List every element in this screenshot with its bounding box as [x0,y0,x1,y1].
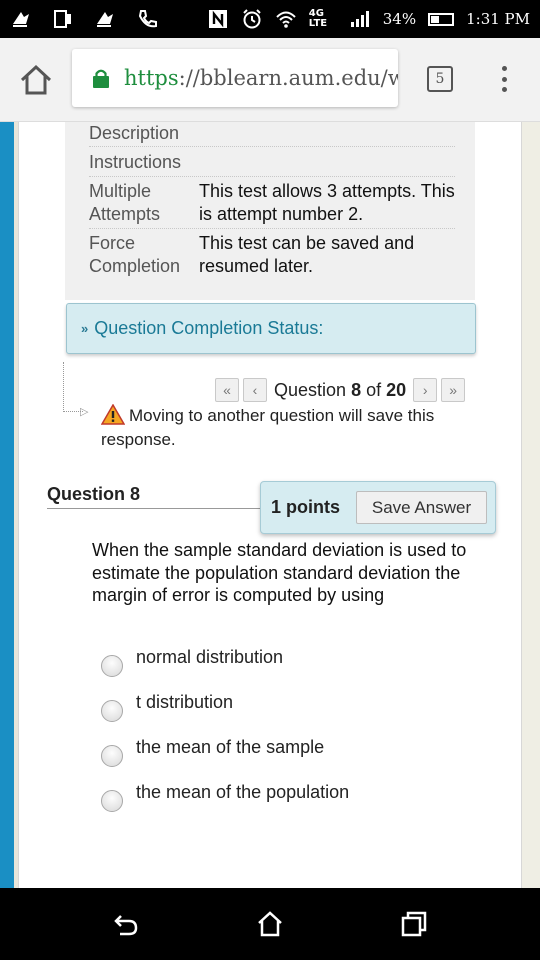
browser-toolbar: https://bblearn.aum.edu/webap 5 [0,38,540,122]
answer-option[interactable]: t distribution [101,691,233,722]
tab-switcher-button[interactable]: 5 [427,66,453,92]
menu-dot [501,87,507,92]
battery-icon [428,12,455,26]
points-value: 1 points [271,497,341,517]
menu-dot [501,76,507,82]
last-question-button[interactable]: » [441,378,466,402]
info-label: Multiple Attempts [89,181,161,224]
option-label[interactable]: t distribution [136,691,233,713]
system-navigation-bar [0,888,540,960]
info-value [199,122,455,146]
points-panel: 1 points Save Answer [260,481,496,534]
notification-icon [10,8,32,30]
completion-status-label: Question Completion Status: [94,318,324,338]
tab-count: 5 [435,71,445,87]
status-bar: 4G LTE 34% 1:31 PM [0,0,540,38]
back-icon[interactable] [112,910,140,938]
question-position: Question 8 of 20 [274,380,406,401]
radio-button[interactable] [101,655,123,677]
clock: 1:31 PM [466,10,530,28]
menu-dot [501,66,507,71]
question-navigation: « ‹ Question 8 of 20 › » [215,378,466,402]
info-value: This test can be saved and resumed later… [199,233,415,276]
status-system: 4G LTE 34% 1:31 PM [207,8,530,30]
answer-option[interactable]: the mean of the sample [101,736,324,767]
right-frame-pattern [522,122,540,888]
home-icon[interactable] [256,910,284,938]
info-row-description: Description [89,122,455,147]
nfc-icon [207,8,229,30]
save-warning: Moving to another question will save thi… [101,404,501,452]
chevron-down-icon: » [81,321,89,336]
info-value [199,151,455,176]
save-answer-button[interactable]: Save Answer [356,491,488,524]
warning-text: Moving to another question will save thi… [101,406,435,449]
radio-button[interactable] [101,745,123,767]
web-page: Description Instructions Multiple Attemp… [0,122,540,888]
home-button[interactable] [18,62,54,98]
info-row-instructions: Instructions [89,149,455,177]
network-type: 4G LTE [308,8,328,29]
home-icon [20,64,52,95]
info-value: This test allows 3 attempts. This is att… [199,181,455,224]
test-content: Description Instructions Multiple Attemp… [18,122,522,888]
total-questions: 20 [386,379,407,400]
warning-icon [101,404,125,425]
radio-button[interactable] [101,790,123,812]
wifi-icon [275,8,297,30]
test-info-table: Description Instructions Multiple Attemp… [65,122,475,300]
info-label: Force Completion [89,233,181,276]
question-divider [47,508,265,509]
overflow-menu-button[interactable] [492,62,516,96]
left-frame-stripe [0,122,14,888]
question-title: Question 8 [47,484,141,504]
status-notifications [10,8,158,30]
answer-option[interactable]: the mean of the population [101,781,349,812]
next-question-button[interactable]: › [413,378,438,402]
info-row-force-completion: Force Completion This test can be saved … [89,230,455,280]
previous-question-button[interactable]: ‹ [243,378,267,402]
address-bar[interactable]: https://bblearn.aum.edu/webap [72,49,398,107]
url-scheme: https [124,66,179,90]
radio-button[interactable] [101,700,123,722]
question-completion-status-toggle[interactable]: » Question Completion Status: [66,303,476,354]
alarm-icon [241,8,263,30]
question-word: Question [274,379,347,400]
question-text: When the sample standard deviation is us… [92,540,467,605]
battery-percent: 34% [382,10,417,28]
connector-arrow-icon: ▷ [80,406,89,418]
notification-icon [94,8,116,30]
current-question-number: 8 [351,379,362,400]
screen: 4G LTE 34% 1:31 PM https://bblearn.aum.e… [0,0,540,960]
phone-icon [136,8,158,30]
option-label[interactable]: normal distribution [136,646,283,668]
option-label[interactable]: the mean of the sample [136,736,324,758]
info-row-multiple-attempts: Multiple Attempts This test allows 3 att… [89,179,455,229]
info-label: Instructions [89,152,182,172]
screen-icon [52,8,74,30]
answer-option[interactable]: normal distribution [101,646,283,677]
first-question-button[interactable]: « [215,378,239,402]
recent-apps-icon[interactable] [400,910,428,938]
signal-icon [349,8,371,30]
lock-icon [93,69,109,88]
info-label: Description [89,123,180,143]
of-word: of [366,379,382,400]
url-text: https://bblearn.aum.edu/webap [124,66,398,90]
option-label[interactable]: the mean of the population [136,781,349,803]
url-path: ://bblearn.aum.edu/webap [178,66,398,90]
